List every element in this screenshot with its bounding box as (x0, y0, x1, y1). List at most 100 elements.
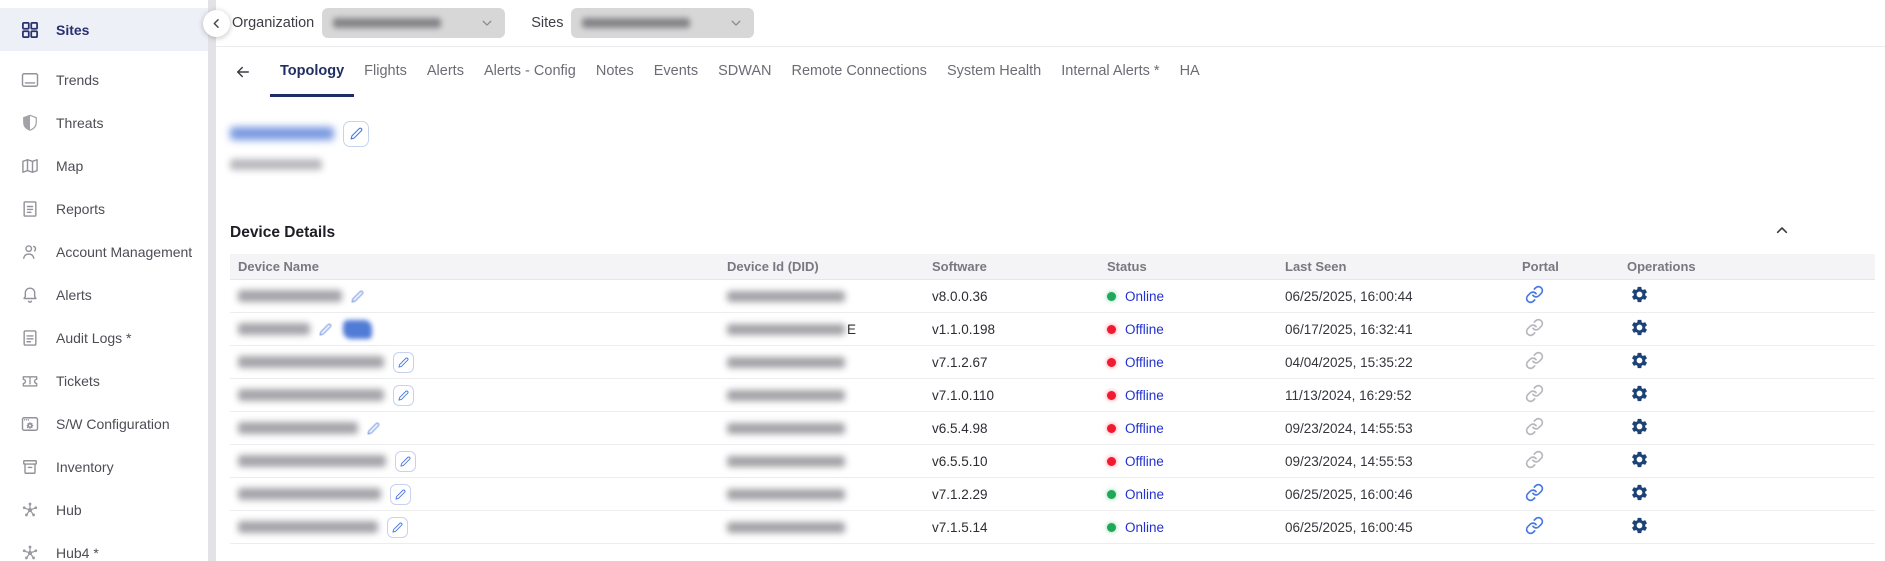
pencil-icon[interactable] (319, 323, 332, 336)
device-id-cell (727, 423, 932, 434)
sidebar-item-tickets[interactable]: Tickets (0, 359, 208, 402)
status-cell: Offline (1107, 421, 1285, 436)
table-row: v7.1.5.14 Online 06/25/2025, 16:00:45 (230, 511, 1875, 544)
sidebar-item-hub[interactable]: Hub (0, 488, 208, 531)
pencil-icon[interactable] (367, 422, 380, 435)
tab-notes[interactable]: Notes (586, 47, 644, 97)
column-header-status: Status (1107, 259, 1285, 274)
status-link[interactable]: Offline (1125, 322, 1164, 337)
gear-icon[interactable] (1630, 318, 1649, 337)
sidebar-item-label: Tickets (56, 373, 100, 389)
edit-device-button[interactable] (395, 451, 416, 472)
tab-alerts-config[interactable]: Alerts - Config (474, 47, 586, 97)
sidebar-item-s-w-configuration[interactable]: S/W Configuration (0, 402, 208, 445)
edit-site-name-button[interactable] (343, 121, 369, 147)
gear-icon[interactable] (1630, 285, 1649, 304)
bell-icon (20, 285, 40, 305)
tab-system-health[interactable]: System Health (937, 47, 1051, 97)
tab-flights[interactable]: Flights (354, 47, 417, 97)
table-row: E v1.1.0.198 Offline 06/17/2025, 16:32:4… (230, 313, 1875, 346)
tab-events[interactable]: Events (644, 47, 708, 97)
gear-icon[interactable] (1630, 417, 1649, 436)
gear-icon[interactable] (1630, 351, 1649, 370)
sidebar-item-label: Hub4 * (56, 545, 99, 561)
sidebar-item-account-management[interactable]: Account Management (0, 230, 208, 273)
device-id-redacted (727, 324, 845, 335)
sidebar-item-threats[interactable]: Threats (0, 101, 208, 144)
software-version: v6.5.5.10 (932, 454, 1107, 469)
device-id-cell: E (727, 322, 932, 337)
link-icon[interactable] (1525, 351, 1544, 370)
map-icon (20, 156, 40, 176)
status-link[interactable]: Online (1125, 520, 1164, 535)
link-icon[interactable] (1525, 483, 1544, 502)
sidebar-collapse-button[interactable] (203, 10, 230, 37)
device-id-cell (727, 390, 932, 401)
status-link[interactable]: Offline (1125, 454, 1164, 469)
link-icon[interactable] (1525, 417, 1544, 436)
link-icon[interactable] (1525, 450, 1544, 469)
link-icon[interactable] (1525, 318, 1544, 337)
portal-cell (1522, 285, 1627, 307)
sidebar-item-label: Reports (56, 201, 105, 217)
table-row: v7.1.0.110 Offline 11/13/2024, 16:29:52 (230, 379, 1875, 412)
organization-select[interactable] (322, 8, 505, 38)
table-row: v7.1.2.29 Online 06/25/2025, 16:00:46 (230, 478, 1875, 511)
sidebar-item-label: Alerts (56, 287, 92, 303)
section-title: Device Details (230, 224, 335, 242)
sidebar-item-alerts[interactable]: Alerts (0, 273, 208, 316)
link-icon[interactable] (1525, 384, 1544, 403)
tab-ha[interactable]: HA (1170, 47, 1210, 97)
link-icon[interactable] (1525, 516, 1544, 535)
tab-remote-connections[interactable]: Remote Connections (782, 47, 937, 97)
status-link[interactable]: Offline (1125, 355, 1164, 370)
tab-alerts[interactable]: Alerts (417, 47, 474, 97)
device-name-cell (230, 451, 727, 472)
edit-device-button[interactable] (393, 352, 414, 373)
device-name-cell (230, 320, 727, 339)
sidebar-item-sites[interactable]: Sites (0, 8, 208, 51)
device-id-cell (727, 357, 932, 368)
tab-sdwan[interactable]: SDWAN (708, 47, 781, 97)
status-dot-icon (1107, 292, 1116, 301)
sidebar-item-trends[interactable]: Trends (0, 58, 208, 101)
status-link[interactable]: Offline (1125, 388, 1164, 403)
edit-device-button[interactable] (390, 484, 411, 505)
sites-select[interactable] (571, 8, 754, 38)
edit-device-button[interactable] (387, 517, 408, 538)
gear-icon[interactable] (1630, 450, 1649, 469)
device-name-cell (230, 517, 727, 538)
status-cell: Offline (1107, 454, 1285, 469)
gear-icon[interactable] (1630, 483, 1649, 502)
last-seen-value: 06/25/2025, 16:00:44 (1285, 289, 1522, 304)
pencil-icon[interactable] (351, 290, 364, 303)
status-link[interactable]: Online (1125, 289, 1164, 304)
tab-topology[interactable]: Topology (270, 47, 354, 97)
status-cell: Offline (1107, 355, 1285, 370)
operations-cell (1627, 516, 1875, 538)
status-cell: Offline (1107, 322, 1285, 337)
device-id-redacted (727, 489, 845, 500)
device-id-cell (727, 489, 932, 500)
section-collapse-button[interactable] (1774, 222, 1790, 238)
sidebar-item-audit-logs[interactable]: Audit Logs * (0, 316, 208, 359)
back-button[interactable] (230, 47, 256, 97)
sidebar-item-map[interactable]: Map (0, 144, 208, 187)
tab-internal-alerts[interactable]: Internal Alerts * (1051, 47, 1169, 97)
sidebar-item-hub4[interactable]: Hub4 * (0, 531, 208, 561)
sidebar-item-inventory[interactable]: Inventory (0, 445, 208, 488)
table-row: v6.5.4.98 Offline 09/23/2024, 14:55:53 (230, 412, 1875, 445)
status-link[interactable]: Online (1125, 487, 1164, 502)
gear-icon[interactable] (1630, 384, 1649, 403)
portal-cell (1522, 318, 1627, 340)
last-seen-value: 06/25/2025, 16:00:46 (1285, 487, 1522, 502)
operations-cell (1627, 351, 1875, 373)
device-name-cell (230, 422, 727, 435)
table-header-row: Device NameDevice Id (DID)SoftwareStatus… (230, 254, 1875, 280)
gear-icon[interactable] (1630, 516, 1649, 535)
sidebar-scrollbar[interactable] (208, 0, 216, 561)
link-icon[interactable] (1525, 285, 1544, 304)
edit-device-button[interactable] (393, 385, 414, 406)
sidebar-item-reports[interactable]: Reports (0, 187, 208, 230)
status-link[interactable]: Offline (1125, 421, 1164, 436)
